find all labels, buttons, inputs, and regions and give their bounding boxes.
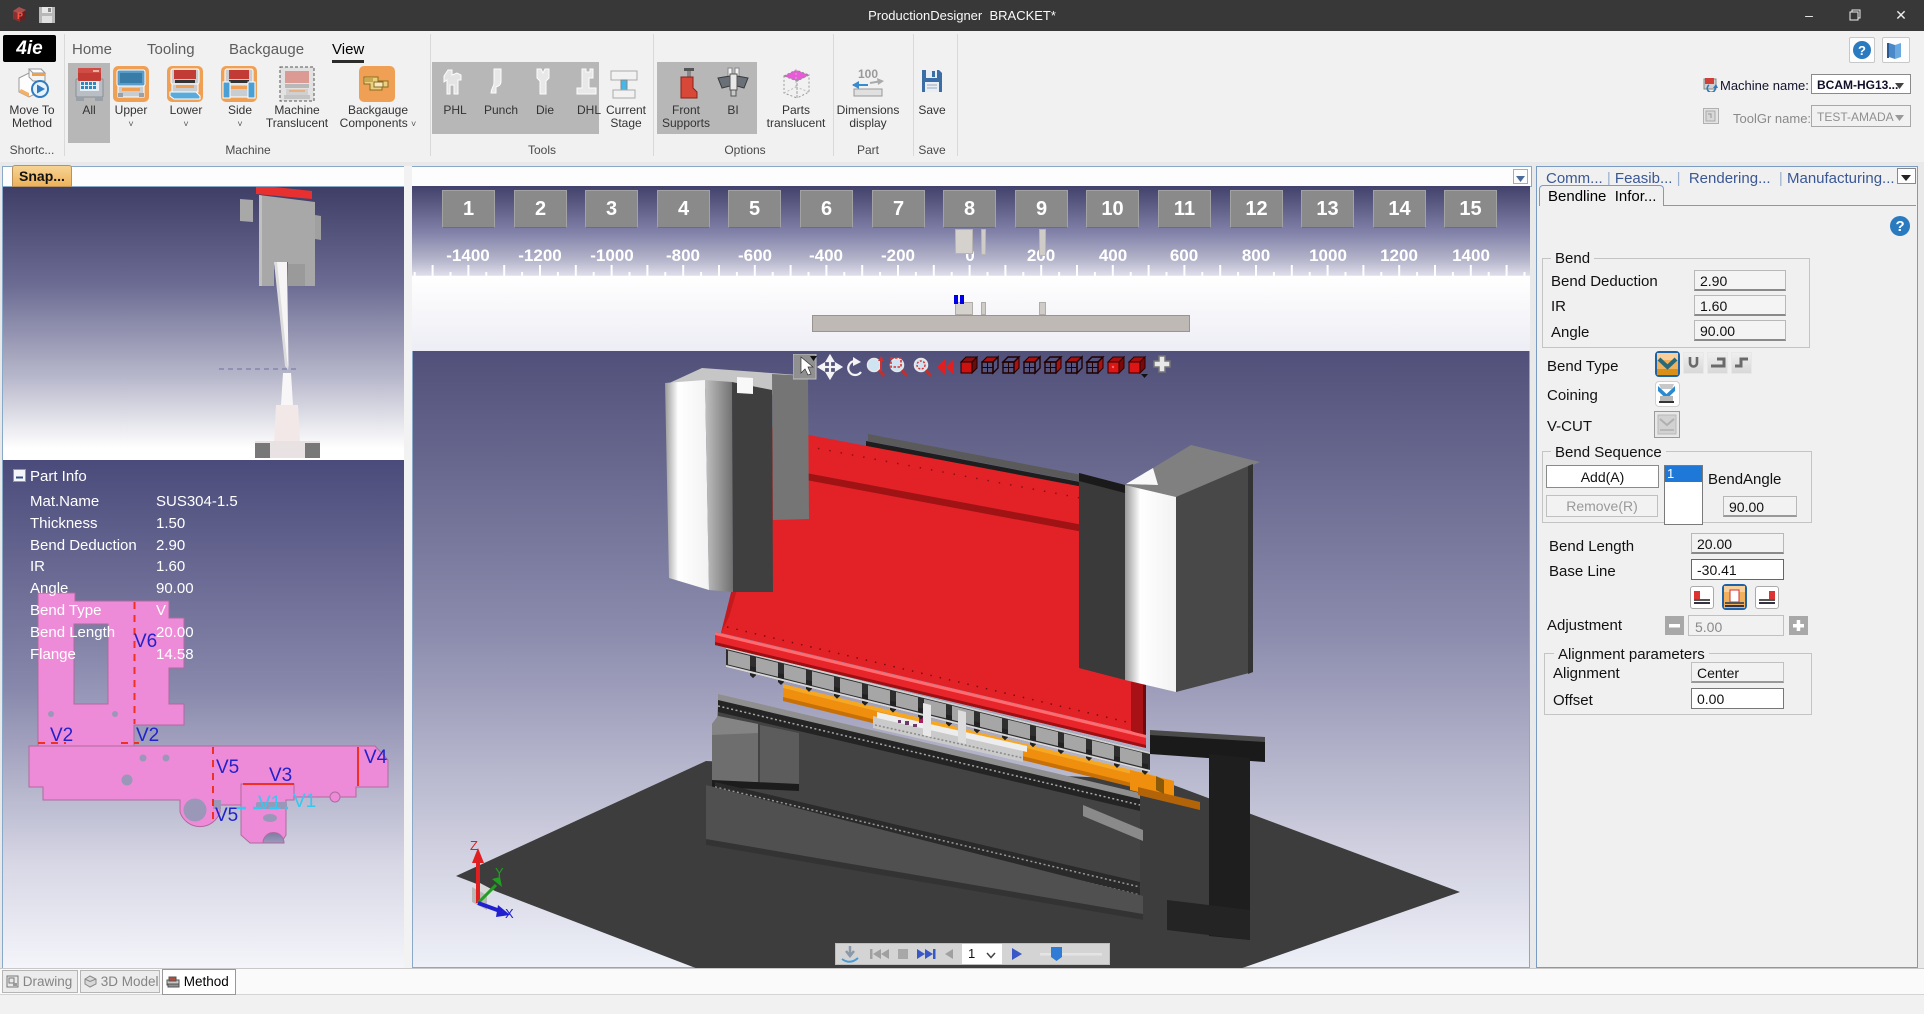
svg-text:V2: V2 <box>136 725 159 746</box>
svg-text:V2: V2 <box>50 725 73 746</box>
svg-text:?: ? <box>1858 43 1866 58</box>
svg-text:V5: V5 <box>215 805 238 826</box>
svg-text:X: X <box>505 906 514 921</box>
svg-text:V5: V5 <box>216 757 239 778</box>
svg-text:V4: V4 <box>364 747 388 768</box>
svg-text:?: ? <box>1896 218 1905 235</box>
svg-text:V3: V3 <box>269 765 292 786</box>
svg-text:Y: Y <box>495 865 504 880</box>
svg-text:100: 100 <box>858 67 878 81</box>
svg-text:Z: Z <box>470 838 478 853</box>
svg-text:P: P <box>17 11 23 21</box>
svg-text:V1: V1 <box>258 793 281 814</box>
svg-text:V1: V1 <box>293 791 316 812</box>
